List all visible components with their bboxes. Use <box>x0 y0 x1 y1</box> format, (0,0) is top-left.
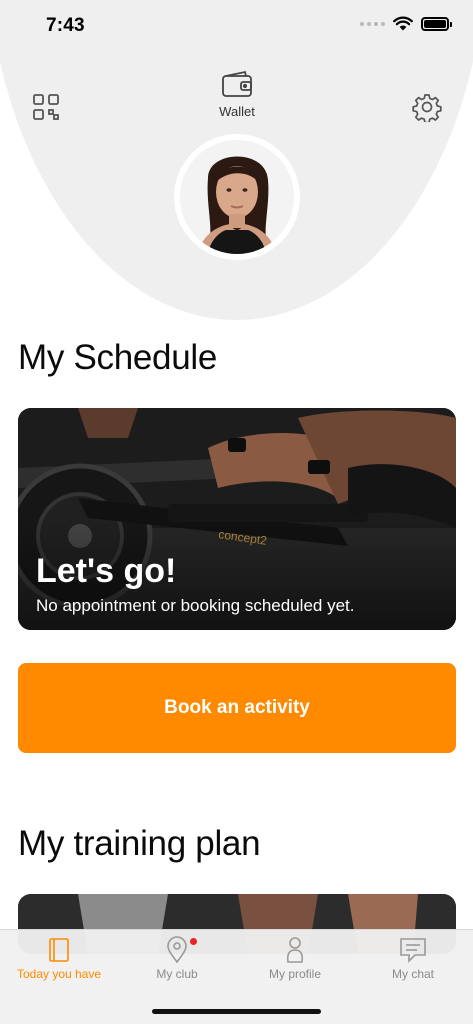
wifi-icon <box>393 16 413 31</box>
schedule-title: My Schedule <box>18 338 218 377</box>
qr-code-button[interactable] <box>32 93 60 121</box>
wallet-label: Wallet <box>219 104 255 119</box>
battery-icon <box>421 16 452 31</box>
tab-label: My club <box>156 967 198 981</box>
signal-icon <box>360 21 385 26</box>
tab-label: Today you have <box>16 967 102 981</box>
notification-dot <box>190 938 197 945</box>
book-activity-button[interactable]: Book an activity <box>18 663 456 753</box>
tab-my-chat[interactable]: My chat <box>354 930 472 1000</box>
tab-label: My profile <box>268 967 321 981</box>
avatar-photo <box>180 140 294 254</box>
person-icon <box>286 937 304 963</box>
home-indicator <box>152 1009 321 1014</box>
avatar-frame[interactable] <box>174 134 300 260</box>
gear-icon <box>412 94 442 124</box>
tab-label: My chat <box>391 967 434 981</box>
qr-code-icon <box>33 94 59 120</box>
wallet-button[interactable]: Wallet <box>196 70 278 126</box>
tab-today-you-have[interactable]: Today you have <box>0 930 118 1000</box>
settings-button[interactable] <box>412 92 442 124</box>
status-icons <box>360 16 452 31</box>
chat-icon <box>400 938 426 963</box>
tab-my-club[interactable]: My club <box>118 930 236 1000</box>
schedule-card[interactable]: concept2 Let's go! No appointment or boo… <box>18 408 456 630</box>
training-plan-title: My training plan <box>18 824 261 863</box>
wallet-icon <box>222 70 252 97</box>
book-icon <box>49 938 69 962</box>
status-time: 7:43 <box>46 15 85 36</box>
location-pin-icon <box>167 936 187 964</box>
tab-my-profile[interactable]: My profile <box>236 930 354 1000</box>
avatar[interactable] <box>180 140 294 254</box>
schedule-card-heading: Let's go! <box>36 552 177 590</box>
schedule-card-text: No appointment or booking scheduled yet. <box>36 596 355 615</box>
status-bar: 7:43 <box>0 0 473 50</box>
